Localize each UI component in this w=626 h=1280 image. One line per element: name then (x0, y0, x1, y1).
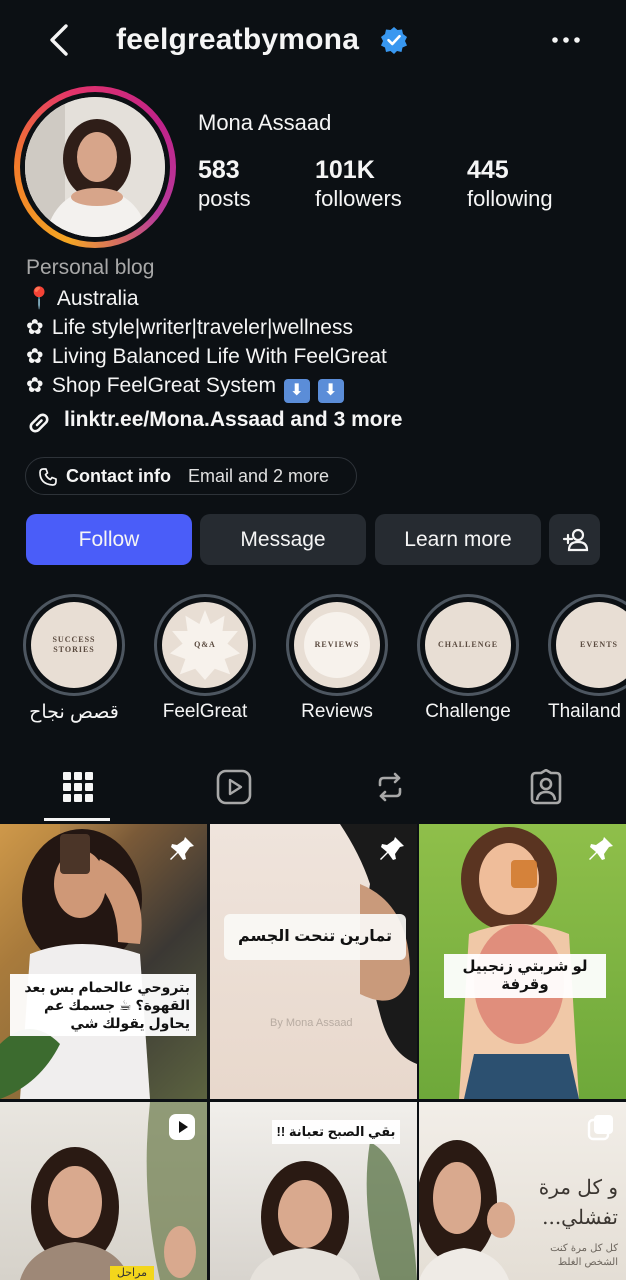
post-small-text: كل كل مرة كنت الشخص الغلط (550, 1243, 618, 1268)
avatar[interactable] (25, 97, 165, 237)
contact-info-button[interactable]: Contact info Email and 2 more (25, 457, 357, 495)
active-tab-indicator (44, 818, 110, 821)
followers-count[interactable]: 101K followers (315, 156, 402, 214)
reels-icon (216, 769, 252, 805)
grid-post[interactable]: تمارين تنحت الجسم By Mona Assaad (210, 824, 417, 1099)
post-thumbnail (0, 824, 150, 1099)
tab-reposts[interactable] (312, 752, 468, 822)
grid-post[interactable]: و كل مرة تفشلي... كل كل مرة كنت الشخص ال… (419, 1102, 626, 1280)
display-name: Mona Assaad (198, 110, 332, 135)
grid-post[interactable]: لو شربتي زنجبيل وقرفة (419, 824, 626, 1099)
highlight-success-stories[interactable]: SUCCESS STORIES قصص نجاح (22, 594, 126, 724)
suggested-users-button[interactable] (549, 514, 600, 565)
highlight-ring: CHALLENGE (417, 594, 519, 696)
post-caption: بقي الصبح تعبانة !! (272, 1120, 400, 1144)
followers-value: 101K (315, 156, 375, 184)
flower-icon: ✿ (26, 345, 44, 368)
post-caption-line: تفشلي... (542, 1205, 618, 1229)
followers-label: followers (315, 186, 402, 211)
post-caption: بتروحي عالحمام بس بعد القهوة؟ ☕ جسمك عم … (10, 974, 196, 1036)
bio-line: ✿ Shop FeelGreat System ⬇ ⬇ (26, 371, 344, 403)
highlight-cover: EVENTS (556, 602, 626, 688)
highlight-cover: SUCCESS STORIES (31, 602, 117, 688)
chevron-left-icon (50, 24, 68, 56)
tab-posts[interactable] (0, 752, 156, 822)
following-label: following (467, 186, 553, 211)
profile-username: feelgreatbymona (116, 23, 360, 56)
message-button[interactable]: Message (200, 514, 366, 565)
flower-icon: ✿ (26, 374, 44, 397)
bio-line-location: 📍 Australia (26, 284, 139, 313)
highlight-cover: REVIEWS (294, 602, 380, 688)
tab-reels[interactable] (156, 752, 312, 822)
highlight-cover-inner: REVIEWS (304, 612, 370, 678)
contact-info-label: Contact info (66, 466, 171, 486)
bio-line: ✿ Life style|writer|traveler|wellness (26, 313, 353, 342)
repost-icon (378, 772, 402, 802)
post-caption-line: و كل مرة (538, 1175, 618, 1199)
post-caption: تمارين تنحت الجسم (224, 914, 406, 960)
following-value: 445 (467, 156, 509, 184)
multi-post-icon (587, 1115, 613, 1141)
pin-emoji-icon: 📍 (26, 287, 53, 310)
posts-label: posts (198, 186, 251, 211)
learn-more-button[interactable]: Learn more (375, 514, 541, 565)
highlight-label: Thailand 2 (548, 701, 626, 722)
verified-badge-icon (380, 26, 408, 54)
highlight-cover: Q&A (162, 602, 248, 688)
highlight-label: Reviews (301, 701, 373, 722)
pin-icon (170, 837, 194, 860)
bio-text: Living Balanced Life With FeelGreat (51, 345, 387, 368)
bio-text: Australia (56, 287, 139, 310)
post-caption: لو شربتي زنجبيل وقرفة (444, 954, 606, 998)
highlight-label: قصص نجاح (29, 702, 119, 723)
bio-text: Life style|writer|traveler|wellness (51, 316, 353, 339)
pin-icon (380, 837, 404, 860)
post-caption: مراحل (116, 1267, 148, 1279)
reel-play-icon (169, 1114, 195, 1140)
add-user-icon (562, 528, 588, 551)
profile-category: Personal blog (26, 256, 155, 279)
grid-post[interactable]: بقي الصبح تعبانة !! (210, 1102, 417, 1280)
posts-count[interactable]: 583 posts (198, 156, 251, 214)
highlight-reviews[interactable]: REVIEWS Reviews (285, 594, 389, 723)
starburst-shape: Q&A (170, 610, 240, 680)
highlight-label: FeelGreat (162, 701, 248, 722)
grid-post[interactable]: بتروحي عالحمام بس بعد القهوة؟ ☕ جسمك عم … (0, 824, 207, 1099)
bio-line: ✿ Living Balanced Life With FeelGreat (26, 342, 387, 371)
pin-icon (589, 837, 613, 860)
highlight-challenge[interactable]: CHALLENGE Challenge (416, 594, 520, 723)
more-options-button[interactable] (546, 22, 586, 58)
highlight-ring: Q&A (154, 594, 256, 696)
following-count[interactable]: 445 following (467, 156, 553, 214)
grid-icon (63, 772, 93, 802)
posts-value: 583 (198, 156, 240, 184)
tab-tagged[interactable] (468, 752, 624, 822)
contact-info-sub: Email and 2 more (188, 466, 330, 486)
profile-tabs (0, 752, 626, 822)
post-caption: و كل مرة تفشلي... (539, 1172, 618, 1232)
flower-icon: ✿ (26, 316, 44, 339)
highlight-label: Challenge (425, 701, 511, 722)
down-arrow-icon: ⬇ (317, 379, 344, 403)
more-horizontal-icon (552, 37, 580, 43)
profile-header: feelgreatbymona (0, 0, 626, 84)
link-text[interactable]: linktr.ee/Mona.Assaad and 3 more (64, 408, 402, 432)
tagged-icon (530, 769, 562, 805)
bio-text: Shop FeelGreat System (51, 374, 276, 397)
highlight-ring: EVENTS (548, 594, 626, 696)
post-watermark: By Mona Assaad (270, 1017, 353, 1029)
post-thumbnail (340, 824, 417, 1064)
back-button[interactable] (40, 20, 80, 60)
follow-button[interactable]: Follow (26, 514, 192, 565)
phone-icon (39, 468, 57, 486)
link-icon (29, 413, 49, 433)
highlight-thailand[interactable]: EVENTS Thailand 2 (548, 594, 626, 723)
highlight-ring: SUCCESS STORIES (23, 594, 125, 696)
down-arrow-icon: ⬇ (283, 379, 310, 403)
highlight-ring: REVIEWS (286, 594, 388, 696)
highlight-cover: CHALLENGE (425, 602, 511, 688)
highlight-feelgreat[interactable]: Q&A FeelGreat (153, 594, 257, 723)
grid-post[interactable]: مراحل (0, 1102, 207, 1280)
